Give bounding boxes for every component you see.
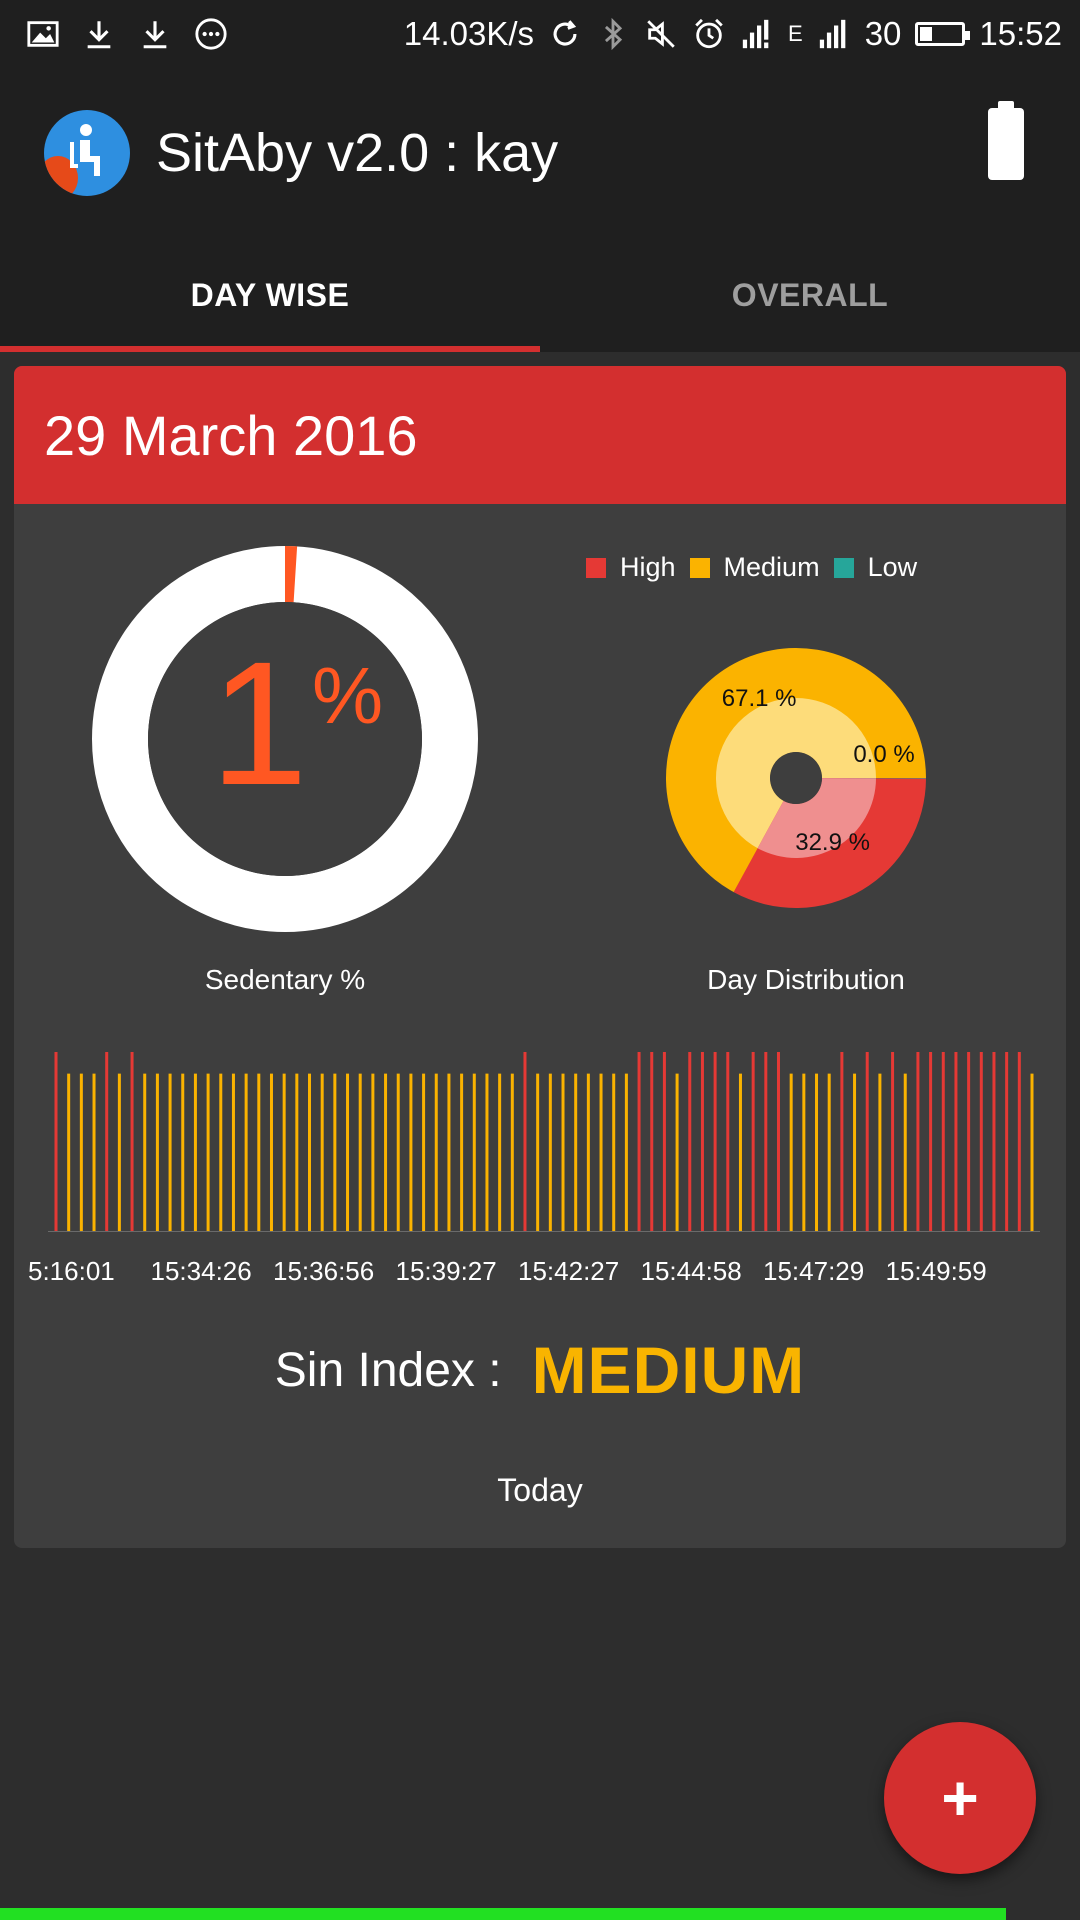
legend-swatch-high: [586, 557, 606, 578]
sin-index-row: Sin Index : MEDIUM: [14, 1332, 1066, 1408]
legend-label-medium: Medium: [723, 552, 820, 582]
signal-icon: [740, 17, 774, 51]
timeline-tick-label: 15:44:58: [640, 1256, 742, 1286]
distribution-label: Day Distribution: [707, 964, 905, 995]
sedentary-value: 1: [210, 626, 308, 822]
app-toolbar: SitAby v2.0 : kay: [0, 68, 1080, 238]
battery-level: 30: [864, 15, 902, 52]
day-card: 29 March 2016 1 % Sedentary % High Mediu…: [14, 366, 1066, 1548]
network-type: E: [788, 21, 803, 46]
more-icon: [194, 17, 228, 51]
legend-item-medium: Medium: [689, 552, 820, 583]
sedentary-unit: %: [312, 651, 384, 740]
download-icon: [82, 17, 116, 51]
card-date: 29 March 2016: [44, 403, 418, 467]
add-button[interactable]: +: [884, 1722, 1036, 1874]
day-distribution-pie[interactable]: 67.1 % 0.0 % 32.9 %: [664, 646, 928, 910]
plus-icon: +: [941, 1762, 979, 1834]
tab-bar: DAY WISE OVERALL: [0, 238, 1080, 352]
status-bar: 14.03K/s E 30 15:52: [0, 0, 1080, 68]
signal-icon: [817, 17, 851, 51]
legend-item-low: Low: [833, 552, 918, 583]
timeline-tick-label: 15:39:27: [395, 1256, 497, 1286]
sedentary-label: Sedentary %: [204, 964, 366, 995]
legend-item-high: High: [586, 552, 676, 583]
legend-swatch-low: [833, 557, 854, 578]
battery-status-icon: [915, 22, 971, 46]
battery-icon[interactable]: [988, 101, 1024, 180]
status-bar-system: 14.03K/s E 30 15:52: [404, 15, 1062, 53]
app-title: SitAby v2.0 : kay: [156, 123, 559, 183]
timeline-x-axis: 5:16:01 15:34:26 15:36:56 15:39:27 15:42:27 1…: [14, 1256, 1066, 1296]
sync-icon: [548, 17, 582, 51]
image-icon: [26, 17, 60, 51]
legend-label-high: High: [620, 552, 676, 582]
tab-indicator: [0, 346, 540, 352]
pie-label-high: 32.9 %: [795, 829, 870, 856]
distribution-legend: High Medium Low: [586, 552, 931, 583]
timeline-tick-label: 15:47:29: [763, 1256, 865, 1286]
pie-label-medium: 67.1 %: [722, 685, 797, 712]
timeline-tick-label: 15:42:27: [518, 1256, 620, 1286]
tab-day-wise[interactable]: DAY WISE: [0, 238, 540, 352]
status-bar-notifications: [26, 17, 228, 51]
tab-overall[interactable]: OVERALL: [540, 238, 1080, 352]
pie-label-low: 0.0 %: [853, 741, 914, 768]
timeline-tick-label: 5:16:01: [28, 1256, 115, 1286]
sin-index-label: Sin Index :: [274, 1343, 502, 1397]
timeline-tick-label: 15:49:59: [885, 1256, 987, 1286]
timeline-tick-label: 15:34:26: [150, 1256, 252, 1286]
alarm-icon: [692, 17, 726, 51]
card-header: 29 March 2016: [14, 366, 1066, 504]
timeline-tick-label: 15:36:56: [273, 1256, 375, 1286]
sin-index-value: MEDIUM: [531, 1333, 806, 1407]
legend-label-low: Low: [867, 552, 918, 582]
pie-hole: [770, 752, 822, 804]
card-footer-today: Today: [497, 1472, 583, 1508]
clock: 15:52: [979, 15, 1062, 52]
activity-timeline-chart[interactable]: [48, 1052, 1040, 1232]
net-speed: 14.03K/s: [403, 15, 534, 52]
download-icon: [138, 17, 172, 51]
legend-swatch-medium: [689, 557, 710, 578]
mute-icon: [644, 17, 678, 51]
bottom-progress-strip: [0, 1908, 1006, 1920]
sitting-person-icon: [44, 110, 130, 196]
bluetooth-icon: [596, 17, 630, 51]
